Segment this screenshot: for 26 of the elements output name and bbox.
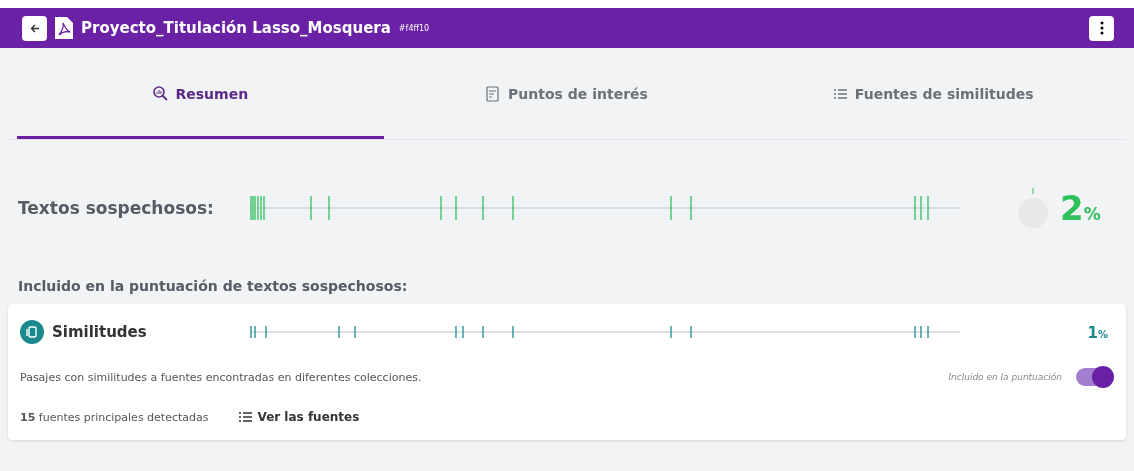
more-icon	[1099, 21, 1104, 35]
list-icon	[833, 88, 847, 99]
included-heading: Incluido en la puntuación de textos sospechosos:	[17, 277, 409, 296]
document-icon	[486, 85, 501, 102]
search-icon	[152, 86, 168, 101]
similarities-score: 1%	[1087, 322, 1108, 342]
include-toggle[interactable]	[1076, 368, 1112, 386]
copy-icon	[20, 320, 44, 344]
toggle-label: Incluido en la puntuación	[948, 372, 1062, 382]
document-title: Proyecto_Titulación Lasso_Mosquera	[81, 19, 391, 37]
more-menu-button[interactable]	[1089, 15, 1114, 41]
similarities-title: Similitudes	[52, 323, 148, 341]
suspicious-texts-label: Textos sospechosos:	[18, 198, 215, 218]
tab[interactable]: Puntos de interés	[383, 48, 751, 139]
document-code: #f4ff10	[398, 23, 430, 33]
list-icon	[238, 412, 252, 422]
suspicious-score: 2%	[1060, 188, 1101, 228]
back-arrow-icon	[29, 23, 40, 33]
back-button[interactable]	[22, 15, 47, 41]
tab[interactable]: Resumen	[17, 48, 384, 139]
pdf-file-icon	[55, 17, 73, 39]
tab[interactable]: Fuentes de similitudes	[750, 48, 1117, 139]
sources-count: 15 fuentes principales detectadas	[20, 410, 209, 424]
similarities-description: Pasajes con similitudes a fuentes encontradas en diferentes colecciones.	[20, 370, 422, 384]
score-pie-icon	[1018, 188, 1048, 228]
view-sources-link[interactable]: Ver las fuentes	[238, 410, 360, 424]
